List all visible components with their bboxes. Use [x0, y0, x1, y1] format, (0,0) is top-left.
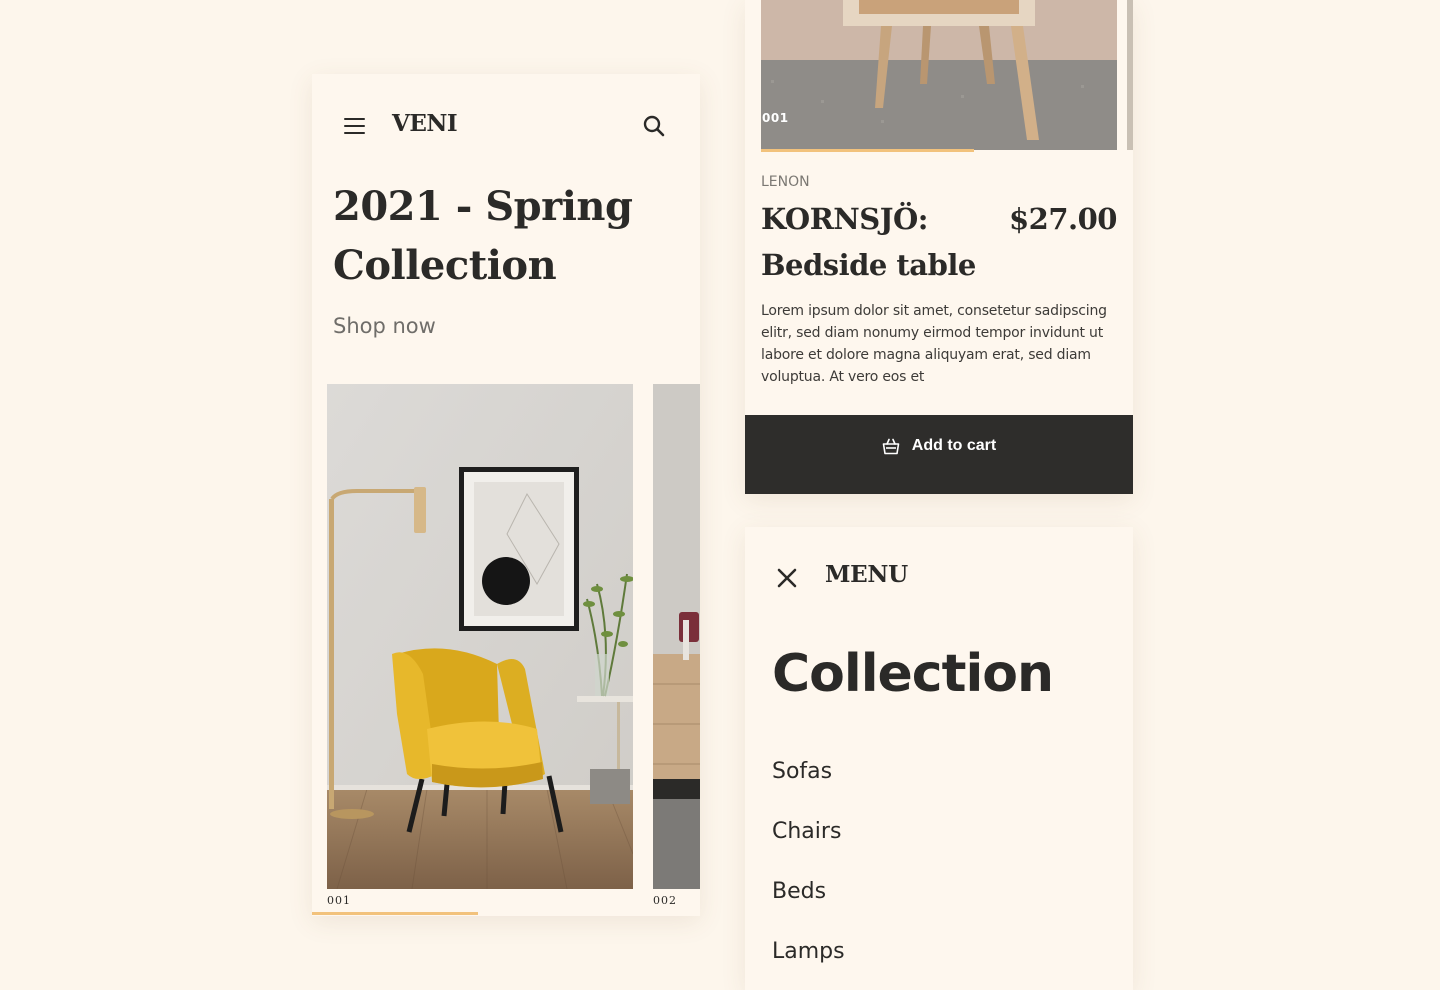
menu-item-beds[interactable]: Beds — [772, 879, 845, 939]
search-icon[interactable] — [642, 114, 666, 138]
product-description: Lorem ipsum dolor sit amet, consetetur s… — [761, 303, 1107, 385]
menu-item-lamps[interactable]: Lamps — [772, 939, 845, 990]
next-image-edge — [1127, 0, 1133, 150]
slider-progress-bar — [312, 912, 478, 915]
hamburger-icon[interactable] — [344, 118, 365, 134]
slide-number: 001 — [327, 894, 351, 907]
image-progress-bar — [761, 149, 974, 152]
home-screen: VENI 2021 - Spring Collection Shop now 0… — [312, 74, 700, 916]
brand-logo[interactable]: VENI — [392, 110, 458, 137]
add-to-cart-button[interactable]: Add to cart — [745, 415, 1133, 494]
product-image-number: 001 — [762, 111, 789, 125]
product-price: $27.00 — [1009, 202, 1118, 236]
basket-icon — [882, 438, 900, 454]
product-image[interactable] — [761, 0, 1117, 150]
slide-image-yellow-armchair[interactable] — [327, 384, 633, 889]
menu-item-sofas[interactable]: Sofas — [772, 759, 845, 819]
product-detail-screen: 001 LENON KORNSJÖ: Bedside table $27.00 … — [745, 0, 1133, 494]
add-to-cart-label: Add to cart — [911, 437, 997, 454]
menu-list: Sofas Chairs Beds Lamps — [772, 759, 845, 990]
menu-title: MENU — [825, 561, 908, 588]
shop-now-link[interactable]: Shop now — [333, 314, 436, 338]
slide-image-next[interactable] — [653, 384, 700, 889]
menu-item-chairs[interactable]: Chairs — [772, 819, 845, 879]
product-brand: LENON — [761, 174, 810, 190]
menu-heading[interactable]: Collection — [772, 644, 1054, 704]
product-name: KORNSJÖ: Bedside table — [761, 202, 976, 282]
slide-number: 002 — [653, 894, 677, 907]
hero-title: 2021 - Spring Collection — [333, 183, 633, 289]
close-icon[interactable] — [776, 567, 798, 589]
menu-screen: MENU Collection Sofas Chairs Beds Lamps — [745, 527, 1133, 990]
